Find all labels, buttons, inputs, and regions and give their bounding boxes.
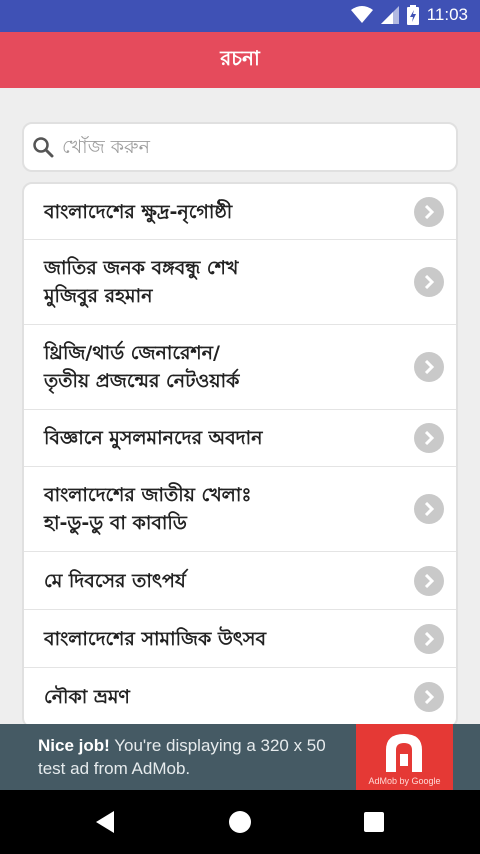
- list-item[interactable]: বাংলাদেশের সামাজিক উৎসব: [24, 610, 456, 668]
- list-item[interactable]: থ্রিজি/থার্ড জেনারেশন/ তৃতীয় প্রজন্মের …: [24, 325, 456, 410]
- list-item-title: থ্রিজি/থার্ড জেনারেশন/ তৃতীয় প্রজন্মের …: [44, 342, 240, 392]
- search-box[interactable]: [22, 122, 458, 172]
- chevron-right-icon[interactable]: [414, 681, 444, 712]
- ad-text: Nice job! You're displaying a 320 x 50 t…: [38, 734, 353, 780]
- ad-headline: Nice job!: [38, 736, 110, 755]
- list-item[interactable]: বাংলাদেশের জাতীয় খেলাঃ হা-ডু-ডু বা কাবা…: [24, 467, 456, 552]
- list-item-title: জাতির জনক বঙ্গবন্ধু শেখ মুজিবুর রহমান: [44, 257, 239, 307]
- chevron-right-icon[interactable]: [414, 494, 444, 524]
- admob-logo-icon[interactable]: AdMob by Google: [356, 724, 453, 790]
- chevron-right-icon[interactable]: [414, 623, 444, 654]
- essay-list: বাংলাদেশের ক্ষুদ্র-নৃগোষ্ঠী জাতির জনক বঙ…: [22, 182, 458, 724]
- chevron-right-icon[interactable]: [414, 196, 444, 227]
- list-item[interactable]: মে দিবসের তাৎপর্য: [24, 552, 456, 610]
- search-icon: [33, 137, 54, 158]
- chevron-right-icon[interactable]: [414, 565, 444, 596]
- chevron-right-icon[interactable]: [414, 352, 444, 382]
- list-item[interactable]: বাংলাদেশের ক্ষুদ্র-নৃগোষ্ঠী: [24, 184, 456, 240]
- back-icon[interactable]: [92, 808, 120, 836]
- list-item[interactable]: নৌকা ভ্রমণ: [24, 668, 456, 724]
- navigation-bar: [0, 790, 480, 854]
- list-item-title: বাংলাদেশের সামাজিক উৎসব: [44, 627, 267, 650]
- status-bar: 11:03: [0, 0, 480, 32]
- list-item-title: বিজ্ঞানে মুসলমানদের অবদান: [44, 427, 263, 449]
- list-item[interactable]: জাতির জনক বঙ্গবন্ধু শেখ মুজিবুর রহমান: [24, 240, 456, 325]
- recents-icon[interactable]: [360, 808, 388, 836]
- chevron-right-icon[interactable]: [414, 423, 444, 453]
- search-input[interactable]: [62, 136, 442, 158]
- chevron-right-icon[interactable]: [414, 267, 444, 297]
- wifi-icon: [350, 6, 373, 23]
- ad-banner[interactable]: Nice job! You're displaying a 320 x 50 t…: [0, 724, 480, 790]
- main-content: বাংলাদেশের ক্ষুদ্র-নৃগোষ্ঠী জাতির জনক বঙ…: [0, 88, 480, 724]
- list-item-title: নৌকা ভ্রমণ: [44, 685, 130, 708]
- page-title: রচনা: [220, 45, 260, 70]
- ad-logo-caption: AdMob by Google: [368, 776, 441, 786]
- app-bar: রচনা: [0, 32, 480, 88]
- home-icon[interactable]: [226, 808, 254, 836]
- signal-icon: [380, 6, 399, 24]
- list-item-title: বাংলাদেশের ক্ষুদ্র-নৃগোষ্ঠী: [44, 200, 233, 223]
- list-item-title: বাংলাদেশের জাতীয় খেলাঃ হা-ডু-ডু বা কাবা…: [44, 484, 252, 534]
- status-time: 11:03: [426, 5, 468, 24]
- battery-icon: [406, 5, 419, 25]
- list-item-title: মে দিবসের তাৎপর্য: [44, 569, 186, 592]
- list-item[interactable]: বিজ্ঞানে মুসলমানদের অবদান: [24, 410, 456, 467]
